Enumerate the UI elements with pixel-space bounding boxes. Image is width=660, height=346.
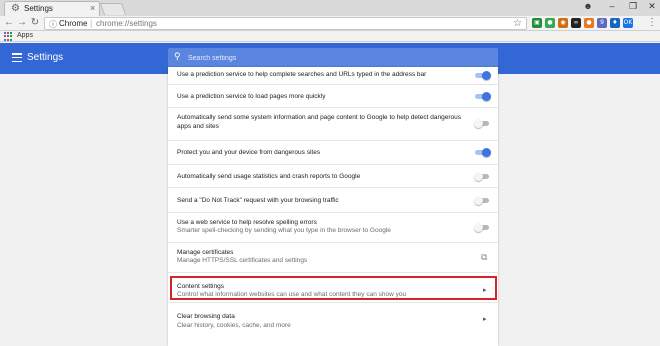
toggle-switch[interactable] <box>474 223 490 232</box>
setting-label: Use a prediction service to help complet… <box>177 71 427 78</box>
green-circle-icon[interactable]: ● <box>545 18 555 28</box>
setting-label: Clear browsing data <box>177 313 235 320</box>
ok-icon[interactable]: OK <box>623 18 633 28</box>
person-icon[interactable]: ☻ <box>581 1 595 11</box>
highlight-box <box>170 276 497 300</box>
forward-arrow-icon[interactable]: → <box>16 17 28 28</box>
search-input[interactable] <box>188 50 488 66</box>
apps-bookmark[interactable]: Apps <box>17 32 33 39</box>
settings-card: Use a prediction service to help complet… <box>168 67 498 346</box>
external-link-icon[interactable]: ⧉ <box>481 252 487 263</box>
apps-icon[interactable] <box>4 32 13 41</box>
setting-row[interactable]: Send a "Do Not Track" request with your … <box>168 187 498 212</box>
nine-icon[interactable]: 9 <box>597 18 607 28</box>
setting-row[interactable]: Automatically send usage statistics and … <box>168 164 498 187</box>
tab-strip: ⚙ Settings × ☻ – ❐ ✕ <box>0 0 660 16</box>
back-arrow-icon[interactable]: ← <box>3 17 15 28</box>
toggle-switch[interactable] <box>474 119 490 128</box>
toggle-switch[interactable] <box>474 71 491 80</box>
setting-description: Manage HTTPS/SSL certificates and settin… <box>177 257 308 264</box>
bookmarks-bar: Apps <box>0 31 660 42</box>
star-icon[interactable]: ☆ <box>513 18 522 29</box>
info-icon[interactable]: ⓘ <box>49 19 57 30</box>
address-url[interactable]: chrome://settings <box>96 19 157 28</box>
minimize-button[interactable]: – <box>605 1 619 11</box>
orange-circle-icon[interactable]: ● <box>584 18 594 28</box>
address-bar[interactable]: ⓘ Chrome | chrome://settings ☆ <box>44 17 527 30</box>
search-box[interactable]: ⚲ <box>168 48 498 68</box>
setting-row[interactable]: Clear browsing data Clear history, cookie… <box>168 302 498 346</box>
setting-label: Use a prediction service to load pages m… <box>177 93 326 100</box>
setting-row[interactable]: Use a web service to help resolve spelli… <box>168 212 498 242</box>
setting-description: Smarter spell-checking by sending what y… <box>177 227 391 234</box>
toggle-switch[interactable] <box>474 172 490 181</box>
hamburger-menu-icon[interactable] <box>12 53 22 62</box>
tab-settings[interactable]: ⚙ Settings × <box>4 1 100 16</box>
setting-label: Send a "Do Not Track" request with your … <box>177 197 339 204</box>
page-title: Settings <box>27 52 64 63</box>
toggle-switch[interactable] <box>474 148 491 157</box>
maximize-button[interactable]: ❐ <box>626 1 640 12</box>
setting-row[interactable]: Automatically send some system informati… <box>168 107 498 140</box>
gear-icon: ⚙ <box>11 3 20 14</box>
android-icon[interactable]: ▣ <box>532 18 542 28</box>
setting-description: Clear history, cookies, cache, and more <box>177 322 291 329</box>
close-tab-icon[interactable]: × <box>90 3 95 13</box>
setting-label: Automatically send some system informati… <box>177 114 462 130</box>
setting-label: Protect you and your device from dangero… <box>177 149 321 156</box>
address-scheme: Chrome <box>59 19 88 28</box>
chevron-right-icon[interactable]: ▸ <box>483 315 487 323</box>
toggle-switch[interactable] <box>474 196 490 205</box>
setting-row[interactable]: Use a prediction service to help complet… <box>168 67 498 84</box>
setting-row[interactable]: Manage certificates Manage HTTPS/SSL cert… <box>168 242 498 272</box>
new-tab-button[interactable] <box>99 3 127 15</box>
blue-shield-icon[interactable]: ♦ <box>610 18 620 28</box>
glasses-icon[interactable]: ∞ <box>571 18 581 28</box>
menu-icon[interactable]: ⋮ <box>646 17 658 28</box>
address-separator: | <box>90 18 93 28</box>
setting-label: Automatically send usage statistics and … <box>177 173 361 180</box>
close-window-button[interactable]: ✕ <box>645 1 659 12</box>
setting-row[interactable]: Protect you and your device from dangero… <box>168 140 498 164</box>
toggle-switch[interactable] <box>474 92 491 101</box>
reload-icon[interactable]: ↻ <box>29 17 41 28</box>
tab-title: Settings <box>24 4 53 13</box>
setting-row[interactable]: Use a prediction service to load pages m… <box>168 84 498 107</box>
browser-toolbar: ← → ↻ ⓘ Chrome | chrome://settings ☆ ▣ ● ◉… <box>0 16 660 31</box>
camera-icon[interactable]: ◉ <box>558 18 568 28</box>
search-icon: ⚲ <box>174 51 181 61</box>
